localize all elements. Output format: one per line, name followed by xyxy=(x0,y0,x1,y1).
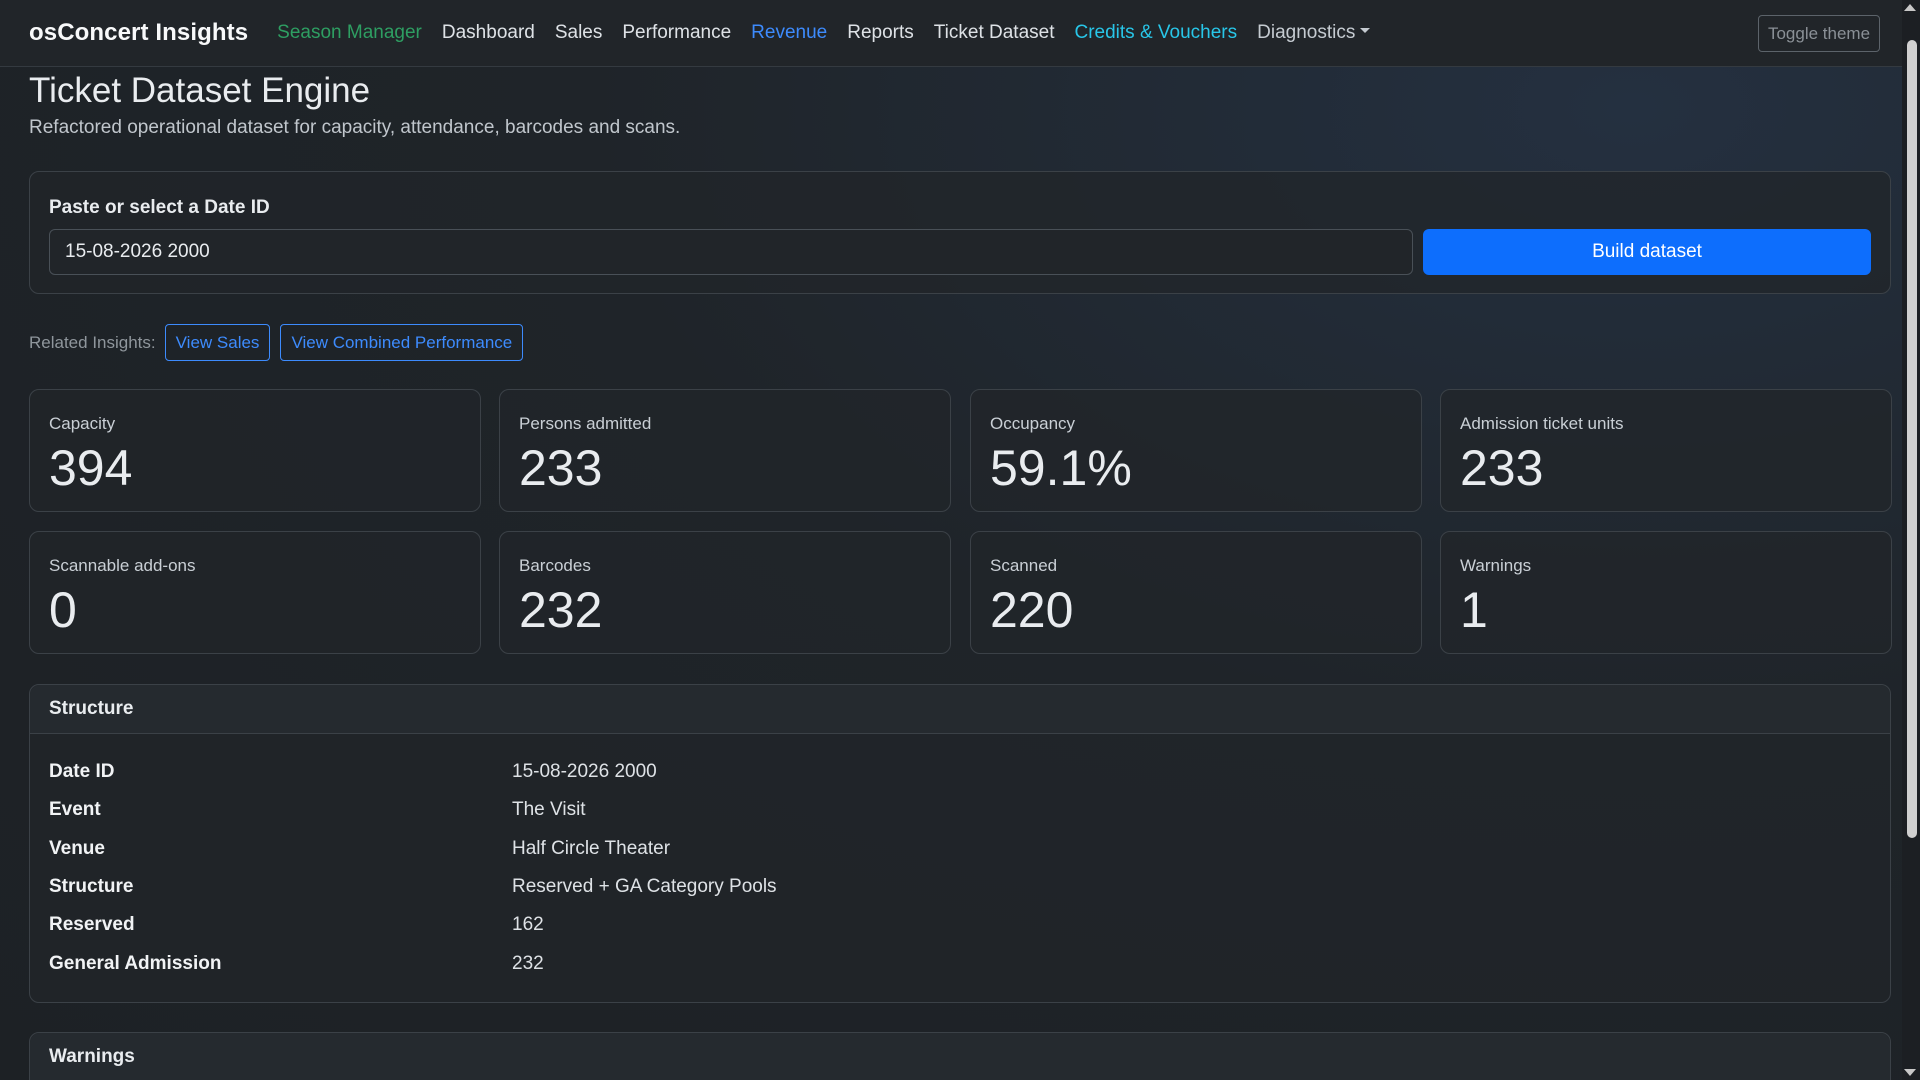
nav-credits-vouchers[interactable]: Credits & Vouchers xyxy=(1074,22,1237,44)
metric-label: Scanned xyxy=(990,556,1058,575)
structure-row-general-admission: General Admission 232 xyxy=(49,950,544,978)
structure-key: Structure xyxy=(49,876,134,897)
metric-value: 232 xyxy=(519,582,603,638)
structure-value: 162 xyxy=(512,914,544,935)
nav-reports[interactable]: Reports xyxy=(847,22,914,44)
date-id-input[interactable] xyxy=(49,229,1413,275)
structure-value: Reserved + GA Category Pools xyxy=(512,876,777,897)
metric-label: Capacity xyxy=(49,414,116,433)
nav-sales[interactable]: Sales xyxy=(555,22,603,44)
metric-label: Warnings xyxy=(1460,556,1532,575)
structure-key: Reserved xyxy=(49,914,135,935)
vertical-scrollbar[interactable] xyxy=(1902,0,1920,1080)
nav-revenue[interactable]: Revenue xyxy=(751,22,827,44)
nav-diagnostics-dropdown[interactable]: Diagnostics xyxy=(1257,22,1371,44)
metric-card-capacity: Capacity 394 xyxy=(29,389,481,512)
structure-value: The Visit xyxy=(512,799,586,820)
structure-value: Half Circle Theater xyxy=(512,838,671,859)
metric-card-barcodes: Barcodes 232 xyxy=(499,531,951,654)
metric-label: Barcodes xyxy=(519,556,591,575)
metric-value: 220 xyxy=(990,582,1074,638)
view-combined-performance-button[interactable]: View Combined Performance xyxy=(280,324,524,361)
structure-value: 232 xyxy=(512,953,544,974)
warnings-card: Warnings xyxy=(29,1032,1891,1080)
metric-card-persons-admitted: Persons admitted 233 xyxy=(499,389,951,512)
nav-performance[interactable]: Performance xyxy=(622,22,731,44)
metric-label: Admission ticket units xyxy=(1460,414,1624,433)
structure-header: Structure xyxy=(30,685,1890,734)
structure-row-event: Event The Visit xyxy=(49,796,586,824)
structure-key: General Admission xyxy=(49,953,222,974)
metric-value: 233 xyxy=(1460,440,1544,496)
top-navbar: osConcert Insights Season Manager Dashbo… xyxy=(0,0,1902,67)
structure-key: Date ID xyxy=(49,761,115,782)
page-title: Ticket Dataset Engine xyxy=(29,71,371,110)
metric-card-admission-ticket-units: Admission ticket units 233 xyxy=(1440,389,1892,512)
metric-value: 59.1% xyxy=(990,440,1132,496)
metric-card-warnings: Warnings 1 xyxy=(1440,531,1892,654)
metric-value: 1 xyxy=(1460,582,1488,638)
metric-label: Persons admitted xyxy=(519,414,652,433)
metric-label: Occupancy xyxy=(990,414,1076,433)
toggle-theme-button[interactable]: Toggle theme xyxy=(1758,15,1880,52)
scroll-down-arrow-icon[interactable] xyxy=(1904,1069,1916,1076)
metric-card-scanned: Scanned 220 xyxy=(970,531,1422,654)
structure-row-reserved: Reserved 162 xyxy=(49,911,544,939)
warnings-header: Warnings xyxy=(30,1033,1890,1080)
metric-value: 233 xyxy=(519,440,603,496)
date-id-label: Paste or select a Date ID xyxy=(49,197,270,218)
scroll-up-arrow-icon[interactable] xyxy=(1904,4,1916,11)
nav-diagnostics-label: Diagnostics xyxy=(1257,22,1356,43)
structure-key: Venue xyxy=(49,838,105,859)
brand-logo[interactable]: osConcert Insights xyxy=(29,19,248,47)
scroll-thumb[interactable] xyxy=(1907,40,1917,838)
nav-dashboard[interactable]: Dashboard xyxy=(442,22,535,44)
related-insights-label: Related Insights: xyxy=(29,332,156,352)
metric-value: 0 xyxy=(49,582,77,638)
nav-season-manager[interactable]: Season Manager xyxy=(277,22,422,44)
structure-row-venue: Venue Half Circle Theater xyxy=(49,835,670,863)
nav-ticket-dataset[interactable]: Ticket Dataset xyxy=(934,22,1055,44)
date-id-card: Paste or select a Date ID Build dataset xyxy=(29,171,1891,294)
metric-label: Scannable add-ons xyxy=(49,556,196,575)
caret-down-icon xyxy=(1360,28,1371,34)
metric-value: 394 xyxy=(49,440,133,496)
page-subtitle: Refactored operational dataset for capac… xyxy=(29,117,681,138)
structure-row-date-id: Date ID 15-08-2026 2000 xyxy=(49,758,657,786)
page: osConcert Insights Season Manager Dashbo… xyxy=(0,0,1920,1080)
structure-key: Event xyxy=(49,799,101,820)
related-insights: Related Insights: View Sales View Combin… xyxy=(29,324,533,361)
build-dataset-button[interactable]: Build dataset xyxy=(1423,229,1871,275)
metric-card-scannable-addons: Scannable add-ons 0 xyxy=(29,531,481,654)
view-sales-button[interactable]: View Sales xyxy=(164,324,271,361)
metric-card-occupancy: Occupancy 59.1% xyxy=(970,389,1422,512)
structure-card: Structure Date ID 15-08-2026 2000 Event … xyxy=(29,684,1891,1003)
structure-value: 15-08-2026 2000 xyxy=(512,761,657,782)
structure-row-structure: Structure Reserved + GA Category Pools xyxy=(49,873,777,901)
